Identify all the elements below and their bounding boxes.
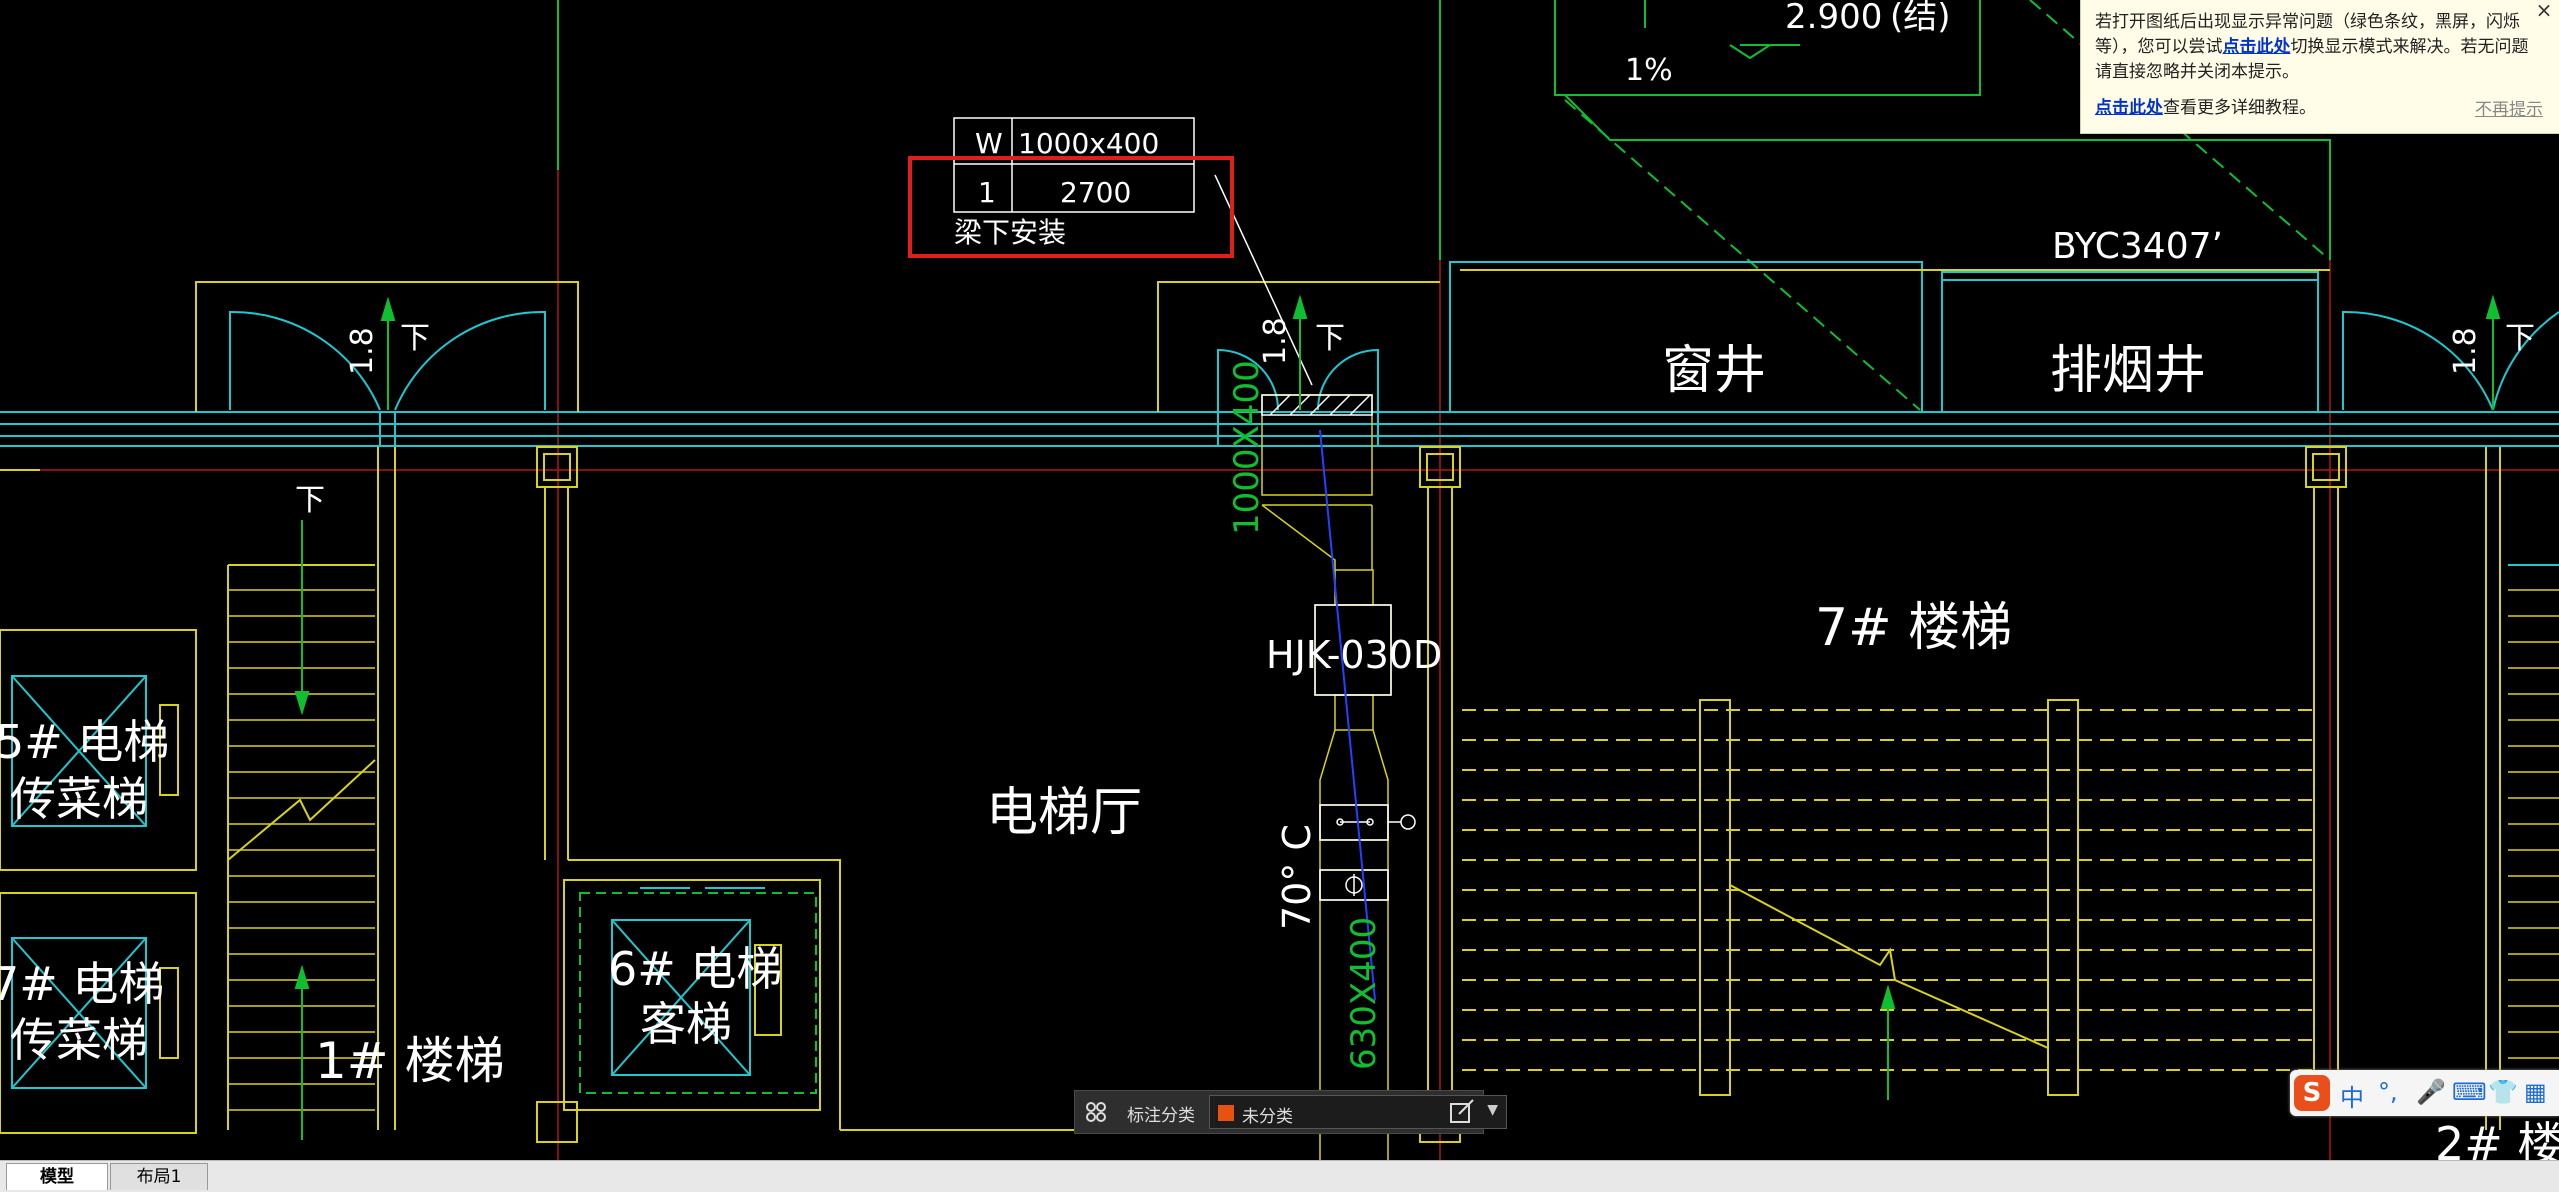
label-hjk: HJK-030D [1266, 633, 1442, 677]
label-down-a: 下 [295, 483, 325, 518]
room-elev7-a: 7# 电梯 [0, 957, 164, 1011]
microphone-icon[interactable]: 🎤 [2416, 1078, 2446, 1106]
switch-display-mode-link[interactable]: 点击此处 [2223, 37, 2291, 57]
tab-model[interactable]: 模型 [6, 1163, 108, 1190]
room-elev5-b: 传菜梯 [10, 772, 148, 826]
tag-note: 梁下安装 [954, 216, 1066, 249]
label-fire-damper: 70° C [1275, 824, 1319, 930]
room-elevator-hall: 电梯厅 [986, 783, 1142, 843]
tag-w: W [975, 127, 1003, 160]
tag-height: 2700 [1060, 176, 1131, 209]
notice-more: 点击此处查看更多详细教程。 [2095, 96, 2316, 121]
room-elev6-b: 客梯 [640, 997, 732, 1051]
ime-punct-toggle[interactable]: °, [2378, 1078, 2398, 1106]
tag-1: 1 [978, 176, 996, 209]
label-byc: BYC3407’ [2052, 226, 2223, 267]
room-smoke-shaft: 排烟井 [2050, 341, 2206, 401]
label-down-d: 下 [2505, 321, 2535, 356]
display-mode-notice: × 若打开图纸后出现显示异常问题（绿色条纹，黑屏，闪烁等），您可以尝试点击此处切… [2080, 0, 2559, 134]
category-color-swatch [1218, 1105, 1234, 1121]
notice-text: 若打开图纸后出现显示异常问题（绿色条纹，黑屏，闪烁等），您可以尝试点击此处切换显… [2095, 10, 2535, 85]
annotation-category-label: 标注分类 [1127, 1106, 1195, 1126]
annotation-category-toolbar: 标注分类 未分类 ▼ [1074, 1090, 1507, 1134]
notice-more-text: 查看更多详细教程。 [2163, 98, 2316, 118]
room-stair7: 7# 楼梯 [1815, 598, 2012, 658]
notice-close-icon[interactable]: × [2533, 0, 2555, 22]
dont-show-again-link[interactable]: 不再提示 [2475, 98, 2543, 123]
label-slope: 1% [1625, 53, 1673, 88]
toolbox-icon[interactable]: ▦ [2524, 1078, 2547, 1106]
tab-layout1[interactable]: 布局1 [110, 1163, 208, 1190]
layout-tab-bar: 模型 布局1 [0, 1160, 2559, 1192]
skin-icon[interactable]: 👕 [2488, 1078, 2518, 1106]
room-window-shaft: 窗井 [1662, 341, 1766, 401]
room-stair1: 1# 楼梯 [315, 1032, 505, 1090]
tag-size: 1000x400 [1018, 127, 1159, 160]
label-duct-1000: 1000X400 [1227, 360, 1267, 535]
cad-canvas[interactable]: W 1000x400 1 2700 梁下安装 电梯厅 7# 楼梯 1# 楼梯 窗… [0, 0, 2559, 1160]
chevron-down-icon: ▼ [1487, 1102, 1498, 1118]
edit-icon[interactable] [1447, 1098, 1477, 1126]
label-door-a: 1.8 [345, 327, 380, 375]
category-selected-value: 未分类 [1242, 1107, 1293, 1127]
room-elev7-b: 传菜梯 [10, 1013, 148, 1067]
label-elev-top: 2.900 [1785, 0, 1882, 37]
label-struct: (结) [1890, 0, 1951, 37]
ime-toolbar: S 中 °, 🎤 ⌨ 👕 ▦ [2290, 1070, 2559, 1116]
label-down-b: 下 [400, 321, 430, 356]
room-stair2: 2# 楼 [2435, 1117, 2559, 1160]
label-duct-630: 630X400 [1344, 917, 1384, 1070]
room-elev5-a: 5# 电梯 [0, 715, 169, 769]
label-door-b: 1.8 [1258, 317, 1293, 365]
category-grid-icon[interactable] [1085, 1101, 1107, 1123]
ime-lang-toggle[interactable]: 中 [2340, 1078, 2364, 1113]
room-elev6-a: 6# 电梯 [608, 942, 782, 996]
tutorial-link[interactable]: 点击此处 [2095, 98, 2163, 118]
sogou-logo-icon[interactable]: S [2294, 1075, 2330, 1111]
keyboard-icon[interactable]: ⌨ [2452, 1078, 2487, 1106]
label-door-c: 1.8 [2448, 327, 2483, 375]
label-down-c: 下 [1315, 321, 1345, 356]
